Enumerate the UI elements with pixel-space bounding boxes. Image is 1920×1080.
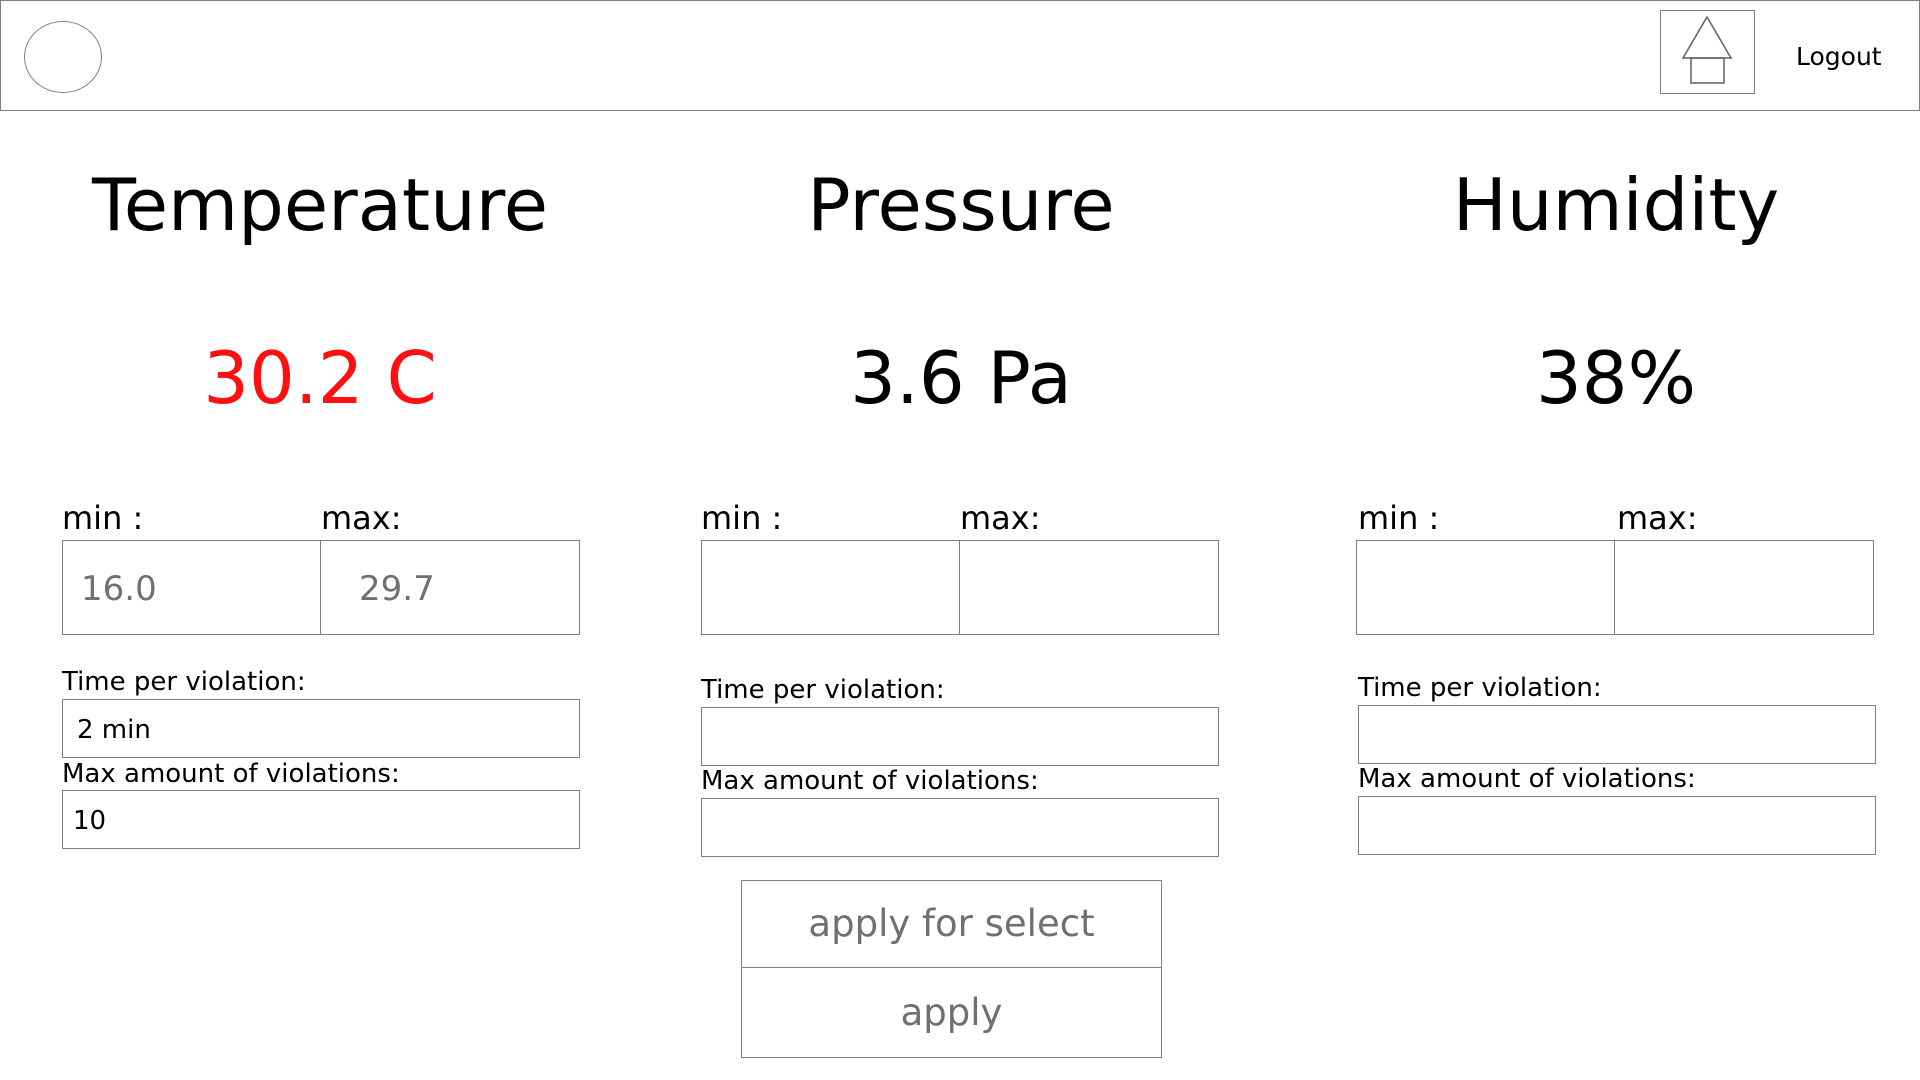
apply-for-select-button[interactable]: apply for select (741, 880, 1162, 968)
humidity-time-field[interactable] (1358, 705, 1876, 764)
humidity-max-label: max: (1617, 499, 1698, 537)
temperature-min-field[interactable]: 16.0 (62, 540, 321, 635)
pressure-max-label: max: (960, 499, 1041, 537)
temperature-max-violations-field[interactable]: 10 (62, 790, 580, 849)
humidity-reading: 38% (1535, 336, 1697, 420)
apply-button[interactable]: apply (741, 967, 1162, 1058)
logout-link[interactable]: Logout (1796, 42, 1882, 71)
humidity-max-field[interactable] (1614, 540, 1874, 635)
pressure-time-label: Time per violation: (701, 675, 945, 705)
pressure-reading: 3.6 Pa (850, 336, 1072, 420)
humidity-time-label: Time per violation: (1358, 673, 1602, 703)
temperature-time-field[interactable]: 2 min (62, 699, 580, 758)
humidity-min-field[interactable] (1356, 540, 1615, 635)
humidity-min-label: min : (1358, 499, 1440, 537)
temperature-title: Temperature (91, 163, 549, 247)
top-bar: Logout (0, 0, 1920, 111)
temperature-reading: 30.2 C (203, 336, 437, 420)
temperature-max-value: 29.7 (359, 569, 435, 609)
temperature-max-label: max: (321, 499, 402, 537)
humidity-title: Humidity (1452, 163, 1780, 247)
pressure-max-field[interactable] (959, 540, 1219, 635)
pressure-max-violations-field[interactable] (701, 798, 1219, 857)
temperature-max-violations-label: Max amount of violations: (62, 759, 400, 789)
temperature-min-value: 16.0 (81, 569, 157, 609)
pressure-max-violations-label: Max amount of violations: (701, 766, 1039, 796)
temperature-max-field[interactable]: 29.7 (320, 540, 580, 635)
pressure-min-field[interactable] (701, 540, 960, 635)
pressure-time-field[interactable] (701, 707, 1219, 766)
humidity-max-violations-field[interactable] (1358, 796, 1876, 855)
temperature-time-value: 2 min (77, 715, 151, 745)
home-icon (1681, 15, 1733, 84)
pressure-min-label: min : (701, 499, 783, 537)
home-button[interactable] (1660, 10, 1755, 94)
avatar-icon[interactable] (24, 21, 102, 93)
pressure-title: Pressure (807, 163, 1115, 247)
temperature-max-violations-value: 10 (73, 806, 107, 836)
temperature-min-label: min : (62, 499, 144, 537)
humidity-max-violations-label: Max amount of violations: (1358, 764, 1696, 794)
temperature-time-label: Time per violation: (62, 667, 306, 697)
